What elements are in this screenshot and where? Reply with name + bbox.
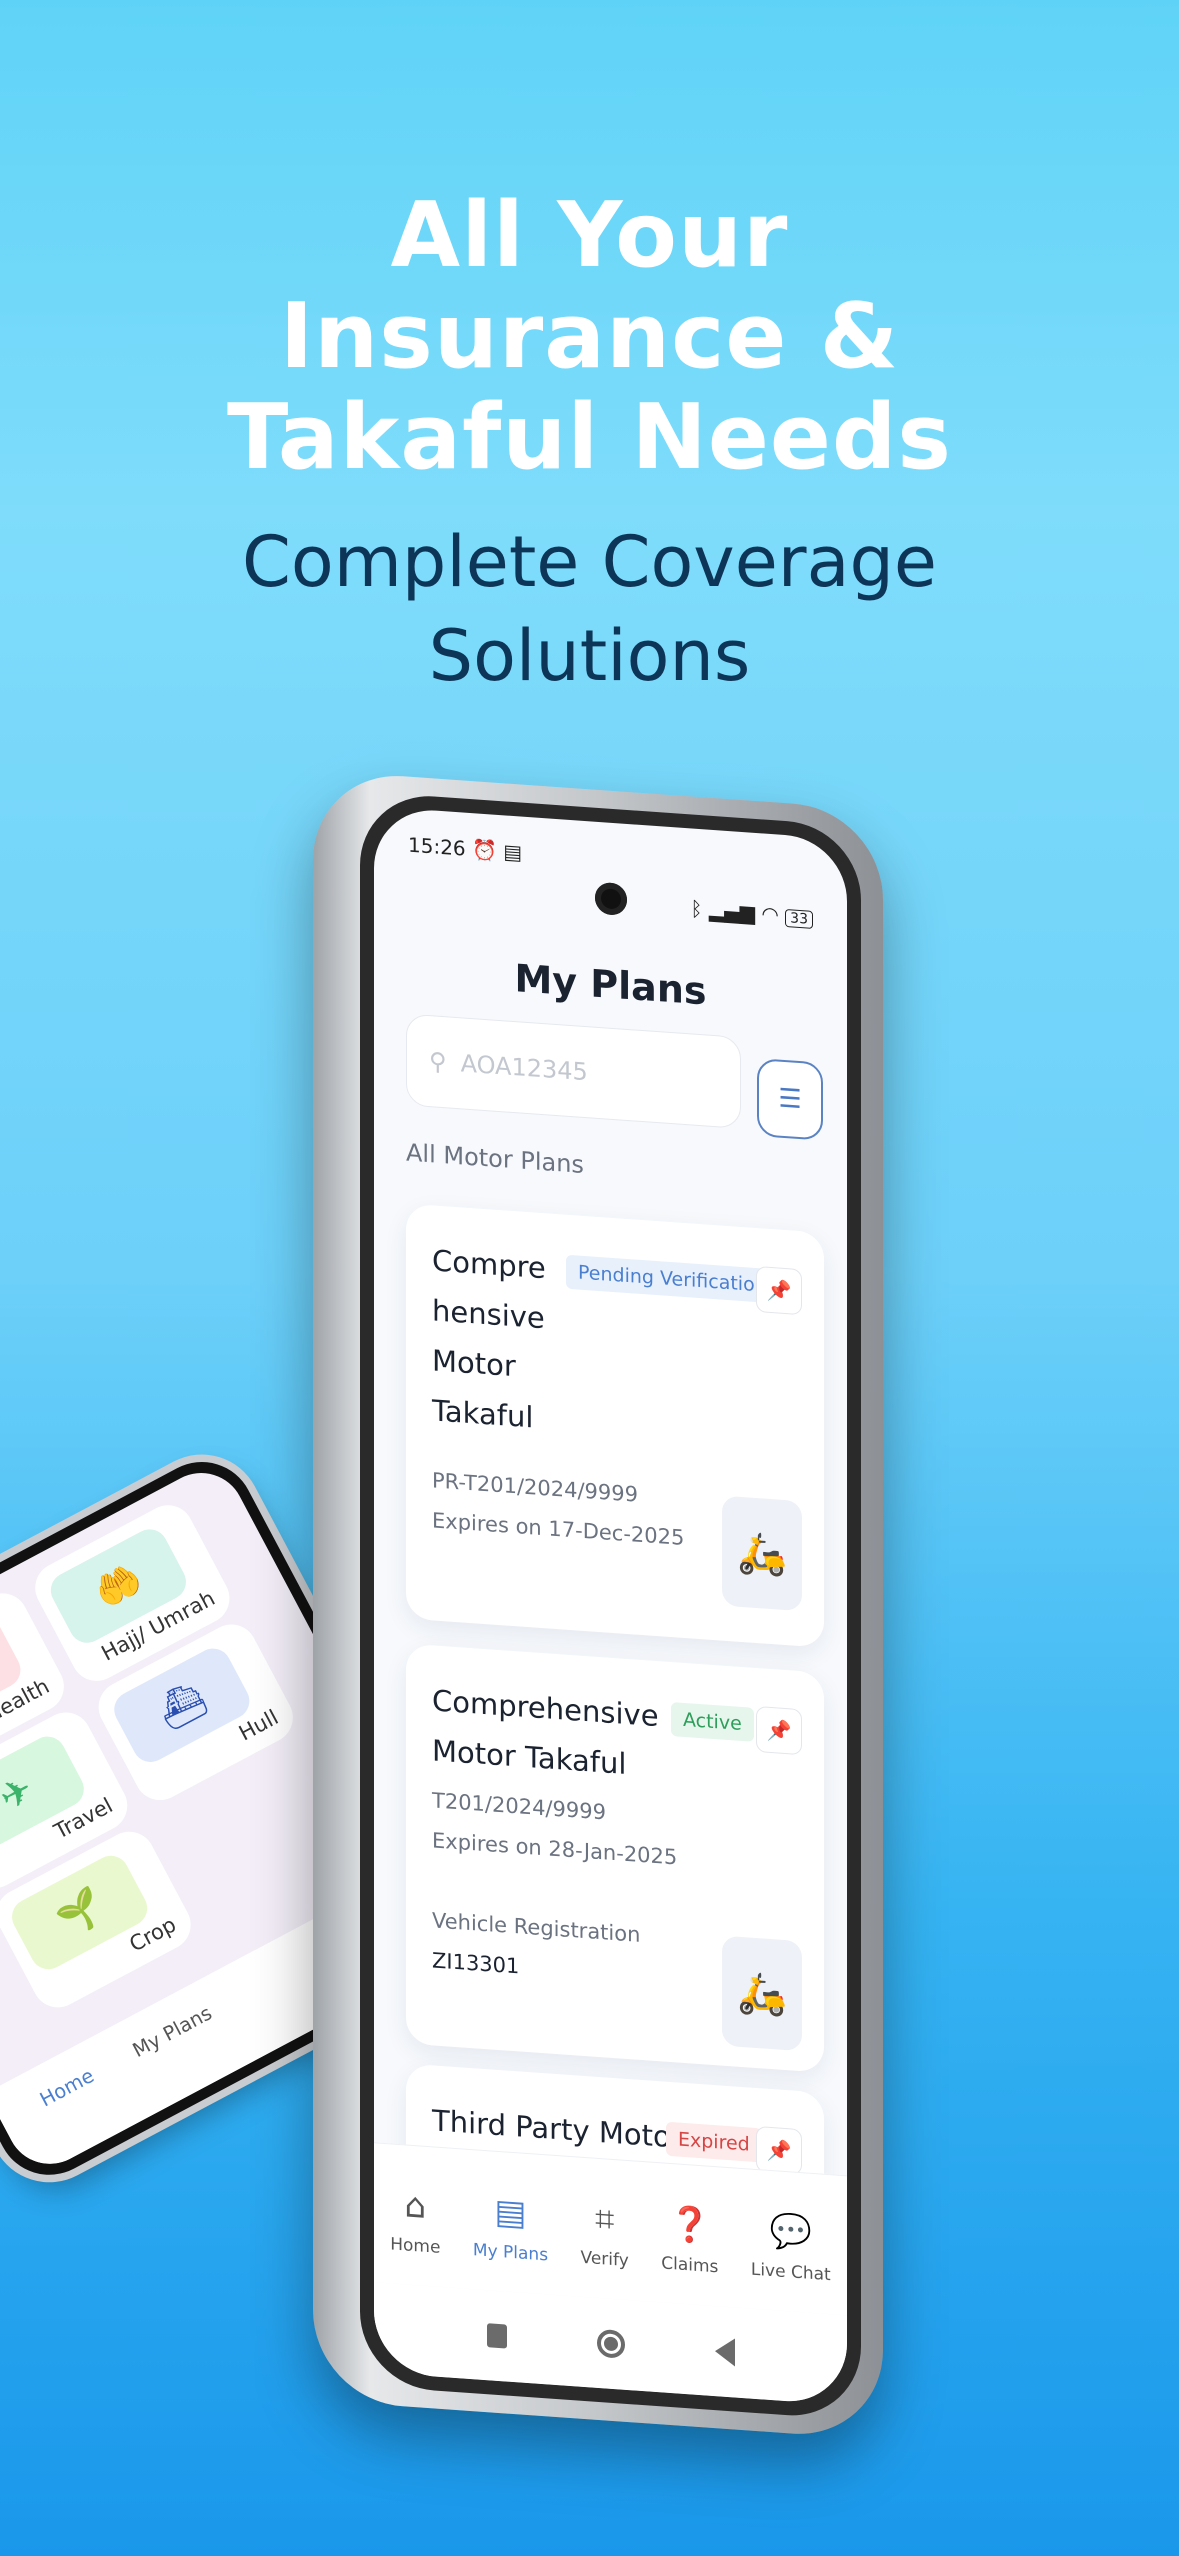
motorcycle-icon: 🛵 bbox=[722, 1935, 802, 2052]
search-field[interactable]: ⚲ bbox=[406, 1013, 741, 1129]
pin-icon: 📌 bbox=[766, 2137, 792, 2164]
phone-mockup: 15:26 ⏰ ▤ ᛒ ▂▄▆ ◠ 33 My Plans ⚲ ☰ All Mo… bbox=[313, 770, 883, 2440]
phone-bezel: 15:26 ⏰ ▤ ᛒ ▂▄▆ ◠ 33 My Plans ⚲ ☰ All Mo… bbox=[360, 791, 861, 2421]
nav-label: My Plans bbox=[472, 2239, 549, 2265]
status-badge: Expired bbox=[666, 2121, 762, 2163]
plan-card[interactable]: Comprehensive Motor Takaful Active 📌 T20… bbox=[406, 1643, 824, 2073]
section-label: All Motor Plans bbox=[406, 1138, 584, 1179]
status-time: 15:26 bbox=[408, 832, 466, 861]
qr-icon: ⌗ bbox=[595, 2198, 615, 2240]
chat-icon: 💬 bbox=[769, 2210, 812, 2254]
motorcycle-icon: 🛵 bbox=[722, 1495, 802, 1612]
nav-label: Verify bbox=[580, 2247, 629, 2271]
headline-line: Insurance & bbox=[279, 284, 900, 389]
app-screen: 15:26 ⏰ ▤ ᛒ ▂▄▆ ◠ 33 My Plans ⚲ ☰ All Mo… bbox=[374, 806, 847, 2406]
pin-icon: 📌 bbox=[766, 1717, 792, 1744]
headline-line: Takaful Needs bbox=[227, 385, 952, 490]
nav-home[interactable]: ⌂ Home bbox=[390, 2184, 440, 2258]
pin-button[interactable]: 📌 bbox=[756, 2125, 802, 2176]
signal-icon: ▂▄▆ bbox=[708, 897, 755, 925]
alarm-icon: ⏰ bbox=[472, 837, 497, 863]
battery-icon: 33 bbox=[785, 909, 813, 929]
subhead-line: Complete Coverage bbox=[242, 521, 937, 603]
nav-verify[interactable]: ⌗ Verify bbox=[581, 2197, 629, 2270]
nav-label: Home bbox=[390, 2233, 441, 2258]
plan-meta: T201/2024/9999 Expires on 28-Jan-2025 Ve… bbox=[432, 1780, 677, 1997]
headline-line: All Your bbox=[390, 183, 789, 288]
travel-icon: ✈ bbox=[0, 1730, 91, 1857]
headline: All Your Insurance & Takaful Needs bbox=[0, 185, 1179, 488]
page-title: My Plans bbox=[514, 956, 707, 1014]
certificate-icon: ▤ bbox=[494, 2191, 527, 2234]
status-badge: Pending Verification bbox=[566, 1254, 779, 1304]
plan-title: Compre hensive Motor Takaful bbox=[432, 1243, 546, 1435]
search-icon: ⚲ bbox=[429, 1047, 447, 1077]
nav-label: Live Chat bbox=[750, 2259, 831, 2285]
plan-card[interactable]: Compre hensive Motor Takaful Pending Ver… bbox=[406, 1203, 824, 1648]
pin-button[interactable]: 📌 bbox=[756, 1705, 802, 1756]
plan-title: Comprehensive Motor Takaful bbox=[432, 1683, 659, 1781]
subheadline: Complete Coverage Solutions bbox=[0, 515, 1179, 703]
search-input[interactable] bbox=[460, 1049, 681, 1093]
message-icon: ▤ bbox=[503, 839, 523, 865]
nav-live-chat[interactable]: 💬 Live Chat bbox=[750, 2209, 831, 2285]
claims-book-icon: ❓ bbox=[668, 2203, 711, 2247]
pin-icon: 📌 bbox=[766, 1277, 792, 1304]
home-button[interactable] bbox=[596, 2328, 625, 2359]
nav-label: Claims bbox=[661, 2252, 719, 2277]
recents-button[interactable] bbox=[486, 2323, 507, 2349]
subhead-line: Solutions bbox=[428, 615, 751, 697]
status-badge: Active bbox=[671, 1702, 754, 1742]
filter-button[interactable]: ☰ bbox=[757, 1058, 823, 1141]
home-icon: ⌂ bbox=[404, 2184, 427, 2227]
back-button[interactable] bbox=[714, 2337, 735, 2367]
pin-button[interactable]: 📌 bbox=[756, 1265, 802, 1316]
back-nav-my-plans[interactable]: My Plans bbox=[129, 2002, 216, 2062]
plan-meta: PR-T201/2024/9999 Expires on 17-Dec-2025 bbox=[432, 1460, 684, 1558]
nav-claims[interactable]: ❓ Claims bbox=[661, 2203, 719, 2277]
filter-icon: ☰ bbox=[778, 1083, 802, 1116]
bluetooth-icon: ᛒ bbox=[690, 896, 703, 922]
nav-my-plans[interactable]: ▤ My Plans bbox=[473, 2190, 548, 2265]
back-nav-home[interactable]: Home bbox=[36, 2065, 97, 2112]
wifi-icon: ◠ bbox=[761, 901, 779, 927]
